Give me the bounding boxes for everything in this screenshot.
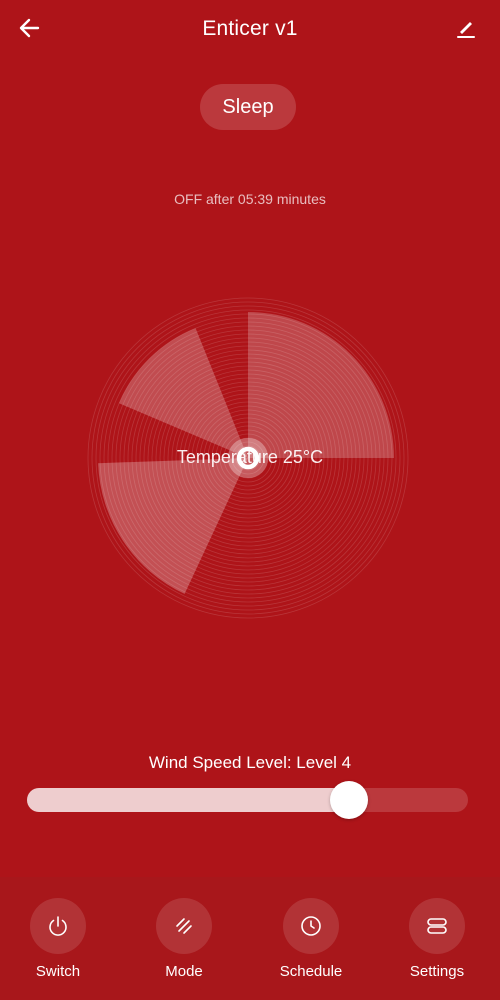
nav-schedule-button[interactable]: Schedule — [266, 898, 356, 990]
clock-icon — [301, 916, 321, 936]
mode-slashes-icon — [176, 918, 192, 934]
nav-mode-circle — [156, 898, 212, 954]
nav-switch-circle — [30, 898, 86, 954]
nav-mode-button[interactable]: Mode — [139, 898, 229, 990]
nav-schedule-label: Schedule — [279, 963, 343, 980]
nav-schedule-circle — [283, 898, 339, 954]
timer-status-text: OFF after 05:39 minutes — [174, 191, 326, 207]
nav-switch-label: Switch — [35, 963, 81, 980]
fan-blade-right — [248, 312, 394, 458]
nav-settings-button[interactable]: Settings — [392, 898, 482, 990]
nav-settings-circle — [409, 898, 465, 954]
nav-settings-label: Settings — [409, 963, 465, 980]
page-title: Enticer v1 — [202, 17, 298, 40]
edit-button[interactable] — [454, 16, 478, 40]
wind-speed-label: Wind Speed Level: Level 4 — [148, 753, 352, 772]
nav-switch-button[interactable]: Switch — [13, 898, 103, 990]
pencil-icon — [457, 22, 475, 38]
settings-toggles-icon — [427, 918, 447, 934]
mode-button[interactable]: Sleep — [200, 84, 296, 130]
temperature-readout: Temperature 25°C — [176, 447, 324, 467]
power-icon — [49, 916, 67, 936]
header-bar: Enticer v1 — [0, 0, 500, 58]
nav-mode-label: Mode — [165, 963, 203, 980]
wind-speed-slider[interactable] — [27, 781, 468, 819]
wind-speed-slider-thumb[interactable] — [329, 781, 368, 819]
fan-blade-bottom — [98, 458, 248, 594]
wind-speed-slider-fill — [27, 788, 349, 812]
